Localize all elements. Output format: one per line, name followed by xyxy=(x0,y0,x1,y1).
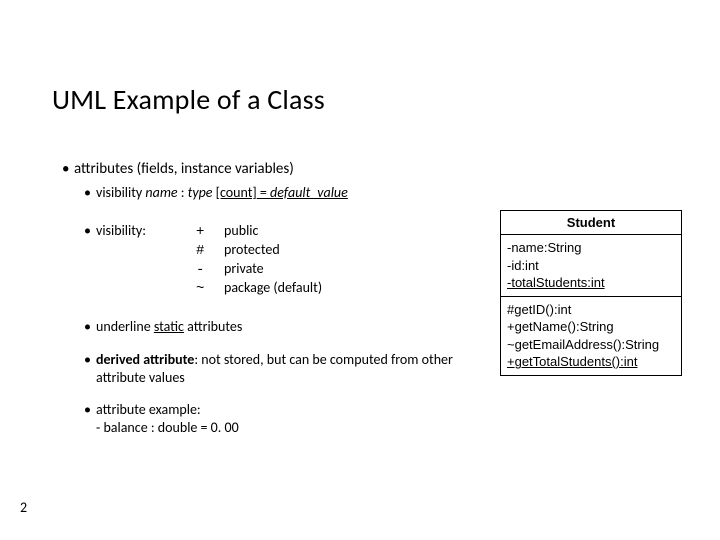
uml-attr: -id:int xyxy=(507,257,675,275)
example-line: - balance : double = 0. 00 xyxy=(96,419,239,436)
vis-sym: # xyxy=(196,242,224,260)
uml-operations: #getID():int +getName():String ~getEmail… xyxy=(501,297,681,375)
slide: UML Example of a Class attributes (field… xyxy=(0,0,720,540)
uml-class-name: Student xyxy=(501,211,681,235)
uml-op: +getName():String xyxy=(507,318,675,336)
vis-row-protected: #protected xyxy=(196,241,322,260)
bullet-example: attribute example: - balance : double = … xyxy=(84,401,482,437)
vis-sym: - xyxy=(196,261,224,279)
uml-attr-static: -totalStudents:int xyxy=(507,274,675,292)
uml-class-box: Student -name:String -id:int -totalStude… xyxy=(500,210,682,376)
syntax-visibility: visibility xyxy=(96,184,145,201)
syntax-default: default_value xyxy=(270,184,348,201)
bullet-visibility: visibility: +public #protected -private … xyxy=(84,222,482,299)
underline-static: static xyxy=(154,318,184,335)
syntax-type: type xyxy=(188,184,213,201)
vis-mean: private xyxy=(224,260,264,278)
uml-op: ~getEmailAddress():String xyxy=(507,336,675,354)
vis-sym: ~ xyxy=(196,280,224,298)
vis-row-private: -private xyxy=(196,260,322,279)
underline-suffix: attributes xyxy=(184,318,242,335)
vis-mean: public xyxy=(224,222,258,240)
bullet-underline: underline static attributes xyxy=(84,318,482,336)
vis-mean: protected xyxy=(224,241,280,259)
derived-label: derived attribute xyxy=(96,351,194,368)
underline-prefix: underline xyxy=(96,318,154,335)
slide-title: UML Example of a Class xyxy=(52,82,325,117)
bullet-derived: derived attribute: not stored, but can b… xyxy=(84,351,482,387)
syntax-count: [count] xyxy=(216,184,257,201)
vis-row-public: +public xyxy=(196,222,322,241)
uml-attributes: -name:String -id:int -totalStudents:int xyxy=(501,235,681,297)
syntax-eq: = xyxy=(257,184,270,201)
uml-attr: -name:String xyxy=(507,239,675,257)
syntax-name: name xyxy=(145,184,177,201)
example-label: attribute example: xyxy=(96,401,201,418)
visibility-label: visibility: xyxy=(96,222,196,299)
page-number: 2 xyxy=(20,499,27,516)
vis-mean: package (default) xyxy=(224,279,322,297)
vis-row-package: ~package (default) xyxy=(196,279,322,298)
bullet-syntax: visibility name : type [count] = default… xyxy=(84,184,482,202)
uml-op-static: +getTotalStudents():int xyxy=(507,353,675,371)
uml-op: #getID():int xyxy=(507,301,675,319)
vis-sym: + xyxy=(196,223,224,241)
bullet-attributes: attributes (fields, instance variables) xyxy=(62,160,482,180)
syntax-colon: : xyxy=(178,184,188,201)
visibility-table: +public #protected -private ~package (de… xyxy=(196,222,322,299)
slide-content: attributes (fields, instance variables) … xyxy=(62,160,482,439)
